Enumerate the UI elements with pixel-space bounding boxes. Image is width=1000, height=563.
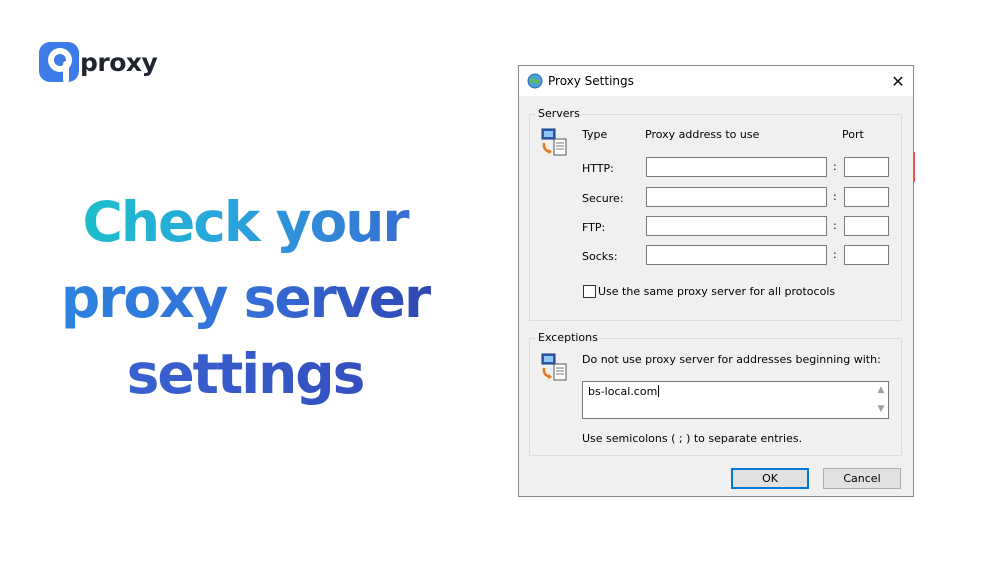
http-colon: : [833, 160, 837, 173]
logo-text: proxy [80, 47, 158, 77]
scroll-up-icon[interactable]: ▲ [876, 386, 886, 395]
ftp-colon: : [833, 219, 837, 232]
network-exceptions-icon [540, 352, 570, 384]
same-proxy-label[interactable]: Use the same proxy server for all protoc… [598, 285, 835, 298]
http-port-input[interactable] [844, 157, 889, 177]
port-column-header: Port [842, 128, 864, 141]
ok-button-label: OK [762, 472, 778, 485]
exceptions-value: bs-local.com [588, 385, 660, 398]
secure-address-input[interactable] [646, 187, 827, 207]
text-caret [658, 385, 660, 397]
ftp-port-input[interactable] [844, 216, 889, 236]
headline-line-3: settings [30, 336, 460, 412]
secure-port-input[interactable] [844, 187, 889, 207]
proxy-logo-icon [39, 42, 79, 83]
socks-label: Socks: [582, 250, 618, 263]
socks-colon: : [833, 248, 837, 261]
http-address-input[interactable] [646, 157, 827, 177]
proxy-settings-dialog: Proxy Settings ✕ Servers Type Proxy addr… [518, 65, 914, 497]
address-column-header: Proxy address to use [645, 128, 760, 141]
headline-line-2: proxy server [30, 260, 460, 336]
type-column-header: Type [582, 128, 608, 141]
socks-address-input[interactable] [646, 245, 827, 265]
http-label: HTTP: [582, 162, 614, 175]
scroll-down-icon[interactable]: ▼ [876, 405, 886, 414]
headline-line-1: Check your [30, 184, 460, 260]
exceptions-description: Do not use proxy server for addresses be… [582, 353, 881, 366]
secure-label: Secure: [582, 192, 624, 205]
network-servers-icon [540, 127, 570, 159]
cancel-button-label: Cancel [843, 472, 881, 485]
exceptions-legend: Exceptions [536, 331, 600, 344]
secure-colon: : [833, 190, 837, 203]
cancel-button[interactable]: Cancel [823, 468, 901, 489]
exceptions-group: Exceptions Do not use proxy server for a… [529, 331, 902, 456]
headline: Check your proxy server settings [30, 184, 460, 412]
exceptions-textarea[interactable]: bs-local.com ▲ ▼ [582, 381, 889, 419]
dialog-title: Proxy Settings [548, 74, 634, 88]
close-icon: ✕ [891, 71, 905, 91]
background-window-edge [913, 152, 915, 182]
ftp-address-input[interactable] [646, 216, 827, 236]
brand-logo: proxy [39, 42, 158, 83]
socks-port-input[interactable] [844, 245, 889, 265]
ftp-label: FTP: [582, 221, 606, 234]
exceptions-hint: Use semicolons ( ; ) to separate entries… [582, 432, 803, 445]
ok-button[interactable]: OK [731, 468, 809, 489]
close-button[interactable]: ✕ [883, 66, 913, 96]
same-proxy-checkbox[interactable] [583, 285, 596, 298]
servers-legend: Servers [536, 107, 582, 120]
exceptions-value-text: bs-local.com [588, 385, 658, 398]
dialog-titlebar[interactable]: Proxy Settings ✕ [519, 66, 913, 96]
servers-group: Servers Type Proxy address to use Port H… [529, 107, 902, 321]
internet-options-icon [527, 73, 543, 89]
